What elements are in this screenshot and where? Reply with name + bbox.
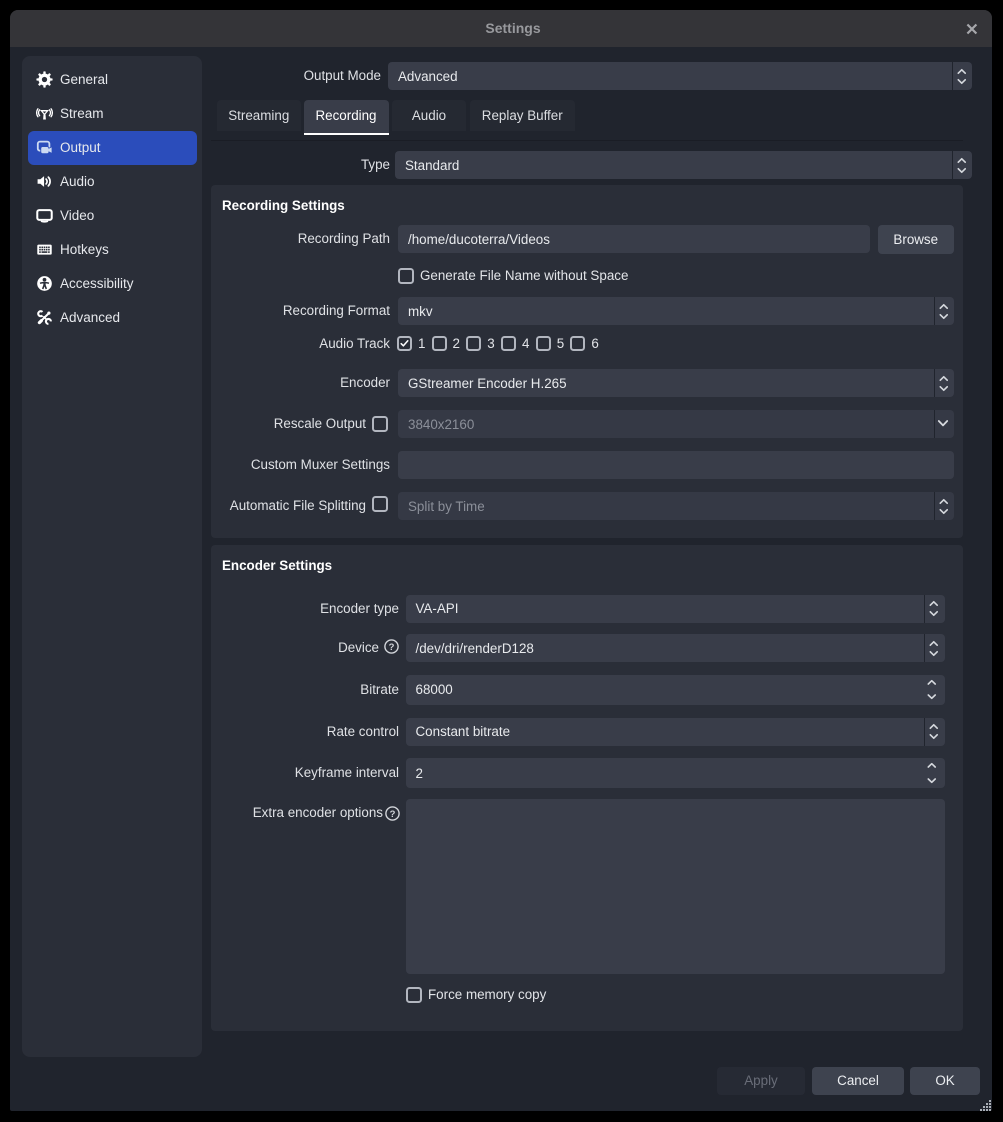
- svg-text:?: ?: [389, 642, 395, 653]
- svg-text:?: ?: [390, 809, 396, 820]
